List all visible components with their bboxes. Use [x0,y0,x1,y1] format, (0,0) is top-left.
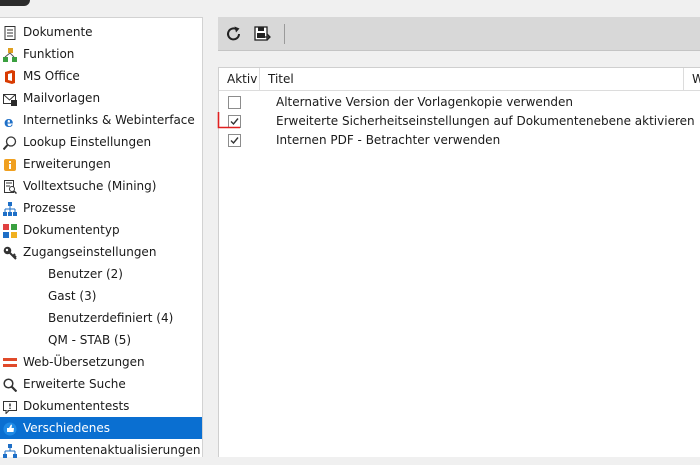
app-logo [0,0,30,6]
sidebar-item-erweiterte-suche[interactable]: Erweiterte Suche [0,373,202,395]
row-title: Internen PDF - Betrachter verwenden [276,133,501,147]
sidebar-item-label: Dokumente [23,25,93,39]
sidebar-item-label: Funktion [23,47,75,61]
sidebar-item-erweiterungen[interactable]: Erweiterungen [0,153,202,175]
sidebar-item-lookup[interactable]: Lookup Einstellungen [0,131,202,153]
table-row[interactable]: Internen PDF - Betrachter verwenden [219,131,700,150]
sidebar-item-dokumentenaktualisierungen[interactable]: Dokumentenaktualisierungen [0,439,202,461]
sidebar-subitem-benutzerdefiniert[interactable]: Benutzerdefiniert (4) [0,307,202,329]
toolbar [218,17,700,51]
sidebar-item-web-uebersetzungen[interactable]: Web-Übersetzungen [0,351,202,373]
svg-text:e: e [4,114,14,128]
sidebar-item-mailvorlagen[interactable]: Mailvorlagen [0,87,202,109]
sidebar-item-dokumententyp[interactable]: Dokumententyp [0,219,202,241]
table-row[interactable]: Alternative Version der Vorlagenkopie ve… [219,93,700,112]
document-type-icon [3,223,17,238]
function-tree-icon [3,47,17,62]
document-test-icon [3,399,17,415]
sidebar-item-ms-office[interactable]: MS Office [0,65,202,87]
extension-icon [3,157,17,171]
row-active-checkbox[interactable] [228,96,241,109]
sidebar-item-label: Erweiterte Suche [23,377,126,391]
settings-panel: Aktiv Titel We Alternative Version der V… [211,17,700,457]
row-title: Alternative Version der Vorlagenkopie ve… [276,95,574,109]
refresh-icon[interactable] [225,25,243,43]
row-title: Erweiterte Sicherheitseinstellungen auf … [276,114,695,128]
grid-header: Aktiv Titel We [219,68,700,91]
mail-template-icon [3,91,17,106]
sidebar-item-label: Dokumententyp [23,223,120,237]
sidebar-item-label: Benutzerdefiniert (4) [48,311,174,325]
document-icon [3,25,17,40]
settings-sidebar: Dokumente Funktion MS Office Mailvorlage… [0,17,203,458]
sidebar-item-label: Verschiedenes [23,421,111,435]
sidebar-item-dokumententests[interactable]: Dokumententests [0,395,202,417]
row-active-checkbox[interactable] [228,134,241,147]
sidebar-subitem-benutzer[interactable]: Benutzer (2) [0,263,202,285]
sidebar-item-dokumente[interactable]: Dokumente [0,21,202,43]
sidebar-item-label: Mailvorlagen [23,91,101,105]
ms-office-icon [3,69,17,84]
column-header-titel[interactable]: Titel [260,68,684,90]
sidebar-subitem-qm-stab[interactable]: QM - STAB (5) [0,329,202,351]
settings-grid: Aktiv Titel We Alternative Version der V… [218,67,700,457]
table-row[interactable]: Erweiterte Sicherheitseinstellungen auf … [219,112,700,131]
top-bar [0,0,700,16]
sidebar-item-prozesse[interactable]: Prozesse [0,197,202,219]
magnifier-icon [2,135,17,151]
save-settings-icon[interactable] [253,25,271,43]
sidebar-item-label: Zugangseinstellungen [23,245,157,259]
sidebar-item-volltextsuche[interactable]: Volltextsuche (Mining) [0,175,202,197]
toolbar-separator [284,24,285,44]
sidebar-item-funktion[interactable]: Funktion [0,43,202,65]
annotation-red-mark [217,112,240,129]
sidebar-item-label: Erweiterungen [23,157,111,171]
sidebar-item-internetlinks[interactable]: e Internetlinks & Webinterface [0,109,202,131]
sidebar-item-label: Volltextsuche (Mining) [23,179,157,193]
document-update-icon [3,443,17,458]
internet-explorer-icon: e [3,113,17,131]
sidebar-item-label: MS Office [23,69,80,83]
sidebar-subitem-gast[interactable]: Gast (3) [0,285,202,307]
advanced-search-icon [3,377,18,393]
sidebar-item-label: Internetlinks & Webinterface [23,113,195,127]
sidebar-item-label: Lookup Einstellungen [23,135,152,149]
process-tree-icon [3,201,17,216]
sidebar-item-label: Prozesse [23,201,76,215]
sidebar-item-label: Dokumententests [23,399,130,413]
translation-icon [3,355,17,369]
column-header-we[interactable]: We [684,68,700,90]
sidebar-item-label: QM - STAB (5) [48,333,132,347]
sidebar-item-label: Gast (3) [48,289,97,303]
fulltext-search-icon [3,179,18,195]
key-icon [3,245,17,260]
sidebar-item-label: Dokumentenaktualisierungen [23,443,201,457]
misc-icon [3,421,17,436]
sidebar-item-label: Benutzer (2) [48,267,123,281]
checkmark-icon [230,137,239,145]
sidebar-item-zugangseinstellungen[interactable]: Zugangseinstellungen [0,241,202,263]
sidebar-item-label: Web-Übersetzungen [23,355,145,369]
sidebar-item-verschiedenes[interactable]: Verschiedenes [0,417,202,439]
column-header-aktiv[interactable]: Aktiv [219,68,260,90]
